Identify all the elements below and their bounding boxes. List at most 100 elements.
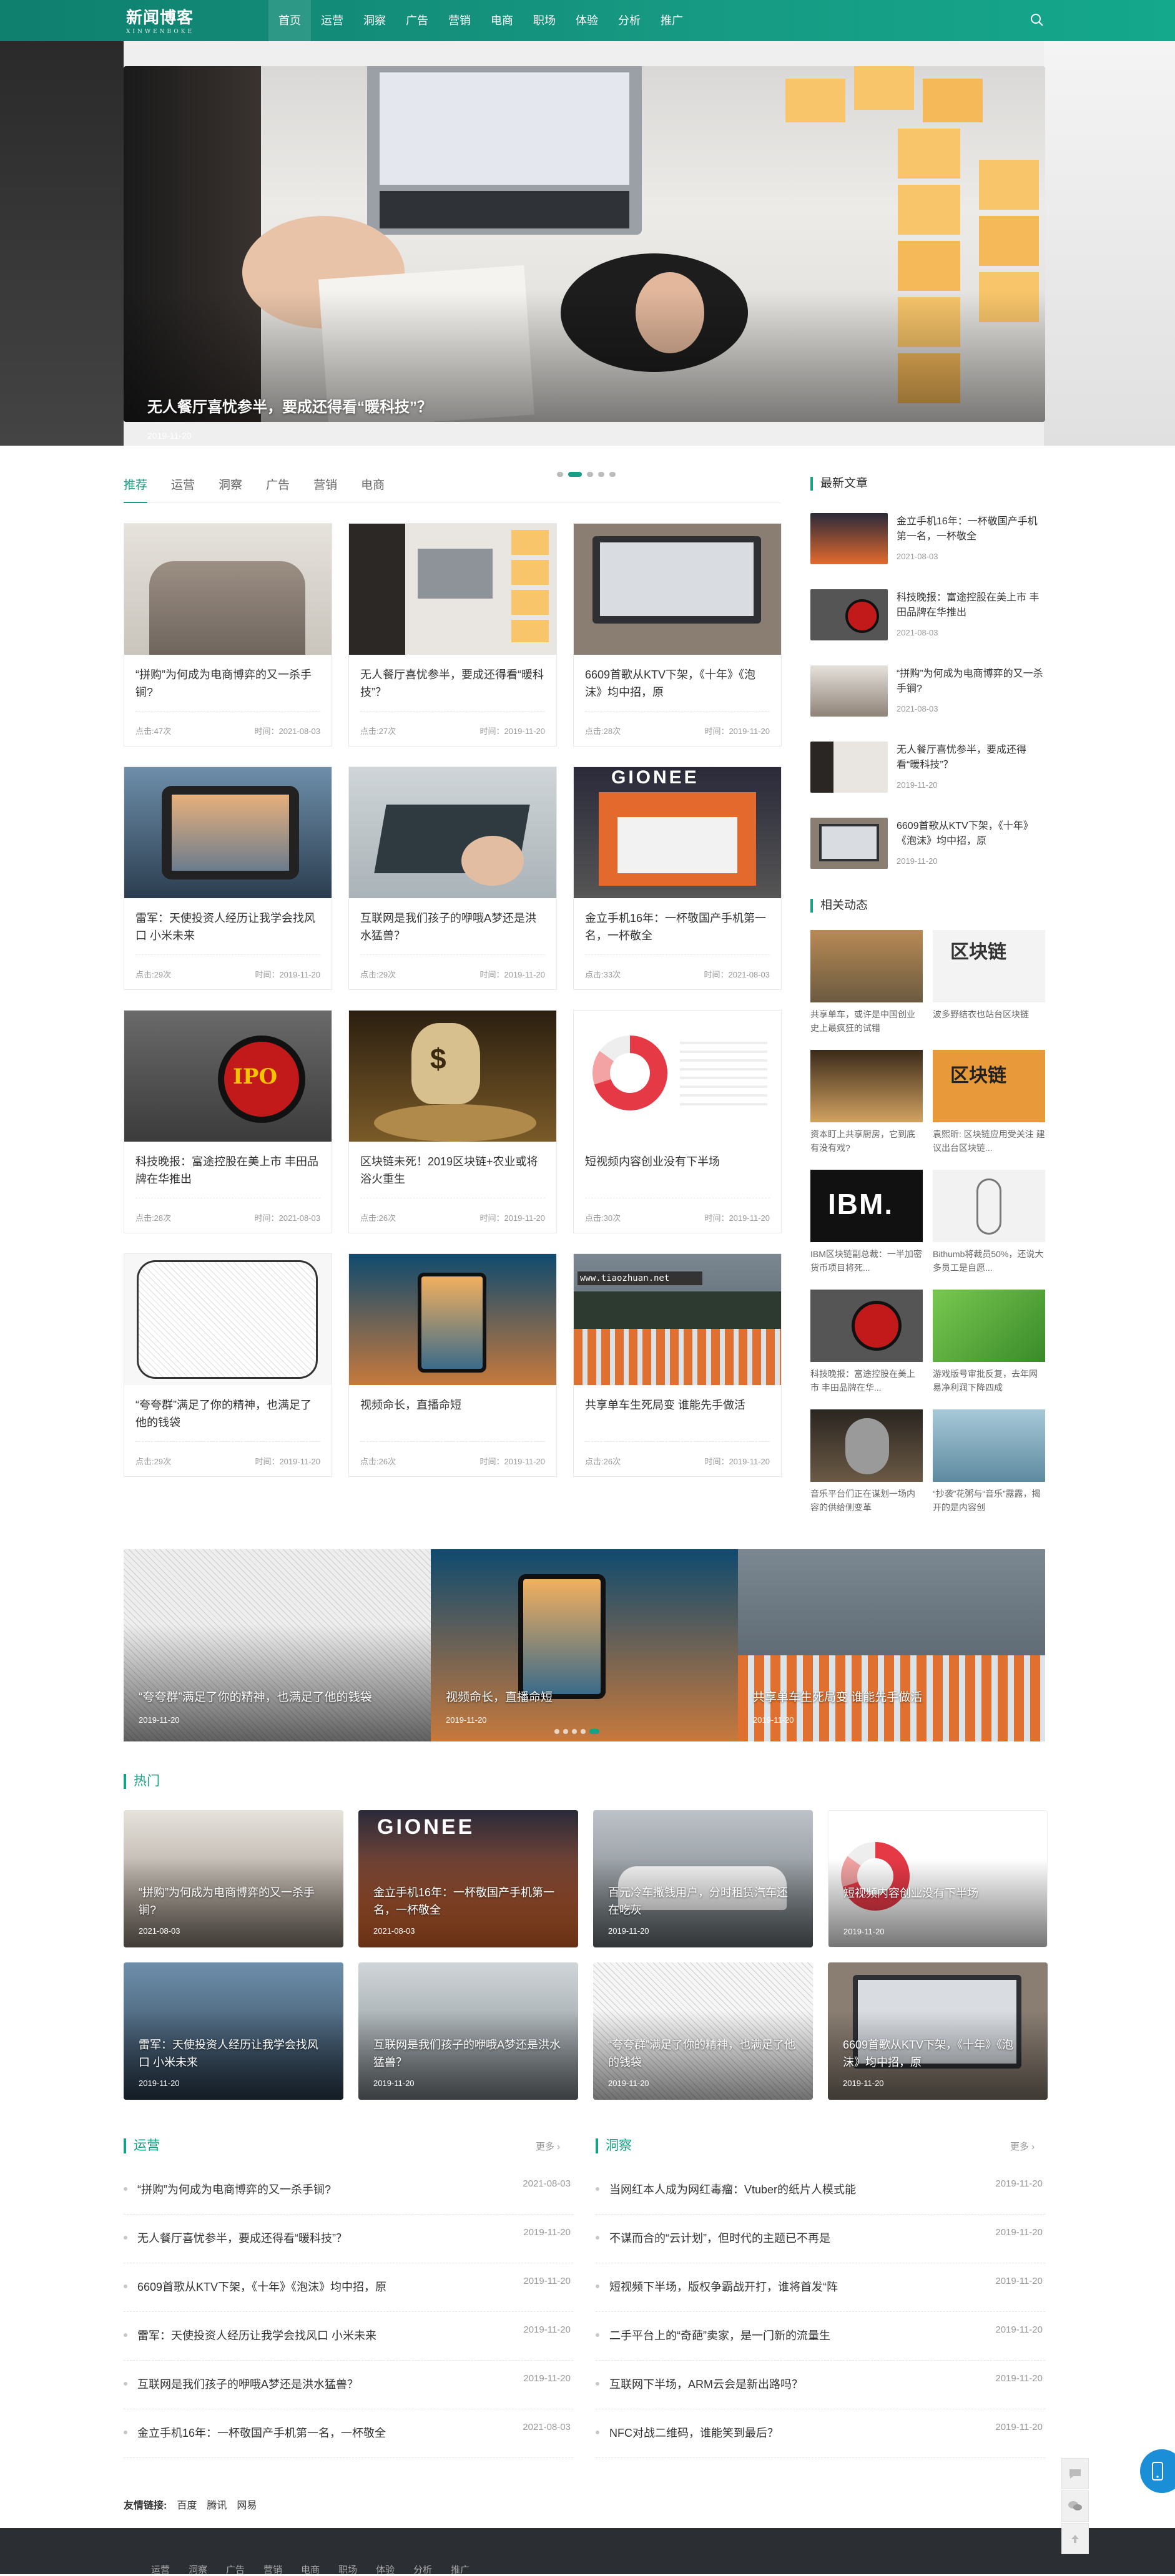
- tab-tuijian[interactable]: 推荐: [124, 474, 148, 503]
- sidebar-latest-item[interactable]: 金立手机16年：一杯敬国产手机第一名，一杯敬全 2021-08-03: [810, 513, 1048, 567]
- list-item-title[interactable]: 互联网是我们孩子的咿哦A梦还是洪水猛兽？: [137, 2376, 358, 2392]
- friend-link-netease[interactable]: 网易: [237, 2497, 257, 2512]
- related-title[interactable]: Bithumb将裁员50%，还说大多员工是自愿...: [933, 1247, 1045, 1275]
- hot-caption[interactable]: “拼购”为何成为电商博弈的又一杀手锏?: [139, 1884, 326, 1919]
- wechat-icon[interactable]: [1061, 2490, 1089, 2522]
- list-item[interactable]: 二手平台上的“奇葩”卖家，是一门新的流量生 2019-11-20: [596, 2312, 1045, 2361]
- slider-dot[interactable]: [572, 1729, 577, 1734]
- card-title[interactable]: 区块链未死！2019区块链+农业或将浴火重生: [360, 1153, 545, 1188]
- slide-caption[interactable]: 视频命长，直播命短: [446, 1688, 553, 1705]
- card-title[interactable]: 科技晚报：富途控股在美上市 丰田品牌在华推出: [135, 1153, 320, 1188]
- sidebar-latest-item[interactable]: 科技晚报：富途控股在美上市 丰田品牌在华推出 2021-08-03: [810, 589, 1048, 643]
- related-item[interactable]: Bithumb将裁员50%，还说大多员工是自愿...: [933, 1170, 1045, 1286]
- hot-item[interactable]: 6609首歌从KTV下架，《十年》《泡沫》均中招，原 2019-11-20: [828, 1962, 1048, 2100]
- list-item-title[interactable]: 互联网下半场，ARM云会是新出路吗？: [609, 2376, 803, 2392]
- hot-item[interactable]: 短视频内容创业没有下半场 2019-11-20: [828, 1810, 1048, 1947]
- list-item[interactable]: 雷军：天使投资人经历让我学会找风口 小米未来 2019-11-20: [124, 2312, 573, 2361]
- site-logo[interactable]: 新闻博客 XINWENBOKE: [126, 5, 194, 35]
- related-item[interactable]: 区块链 波多野结衣也站台区块链: [933, 930, 1045, 1046]
- related-item[interactable]: 游戏版号审批反复，去年网易净利润下降四成: [933, 1290, 1045, 1406]
- slider-dot[interactable]: [581, 1729, 586, 1734]
- list-item[interactable]: 无人餐厅喜忧参半，要成还得看“暖科技”？ 2019-11-20: [124, 2215, 573, 2263]
- card-title[interactable]: 6609首歌从KTV下架，《十年》《泡沫》均中招，原: [585, 666, 770, 701]
- article-card[interactable]: GIONEE 金立手机16年：一杯敬国产手机第一名，一杯敬全 点击:33次 时间：…: [573, 766, 782, 990]
- hot-caption[interactable]: 6609首歌从KTV下架，《十年》《泡沫》均中招，原: [843, 2036, 1030, 2071]
- sidebar-latest-item[interactable]: 无人餐厅喜忧参半，要成还得看“暖科技”？ 2019-11-20: [810, 742, 1048, 795]
- list-item-title[interactable]: “拼购”为何成为电商博弈的又一杀手锏?: [137, 2181, 331, 2197]
- slide[interactable]: 共享单车生死局变 谁能先手做活 2019-11-20: [738, 1549, 1045, 1741]
- list-item[interactable]: 不谋而合的“云计划”，但时代的主题已不再是 2019-11-20: [596, 2215, 1045, 2263]
- list-item-title[interactable]: 6609首歌从KTV下架，《十年》《泡沫》均中招，原: [137, 2278, 386, 2294]
- card-title[interactable]: 共享单车生死局变 谁能先手做活: [585, 1396, 770, 1431]
- related-title[interactable]: “抄袭”花粥与“音乐”露露，揭开的是内容创: [933, 1487, 1045, 1514]
- article-card[interactable]: $ 区块链未死！2019区块链+农业或将浴火重生 点击:26次 时间：2019-1…: [348, 1010, 557, 1233]
- card-title[interactable]: “拼购”为何成为电商博弈的又一杀手锏?: [135, 666, 320, 701]
- related-title[interactable]: IBM区块链副总裁：一半加密货币项目将死...: [810, 1247, 923, 1275]
- hot-item[interactable]: GIONEE 金立手机16年：一杯敬国产手机第一名，一杯敬全 2021-08-0…: [358, 1810, 578, 1947]
- card-title[interactable]: 雷军：天使投资人经历让我学会找风口 小米未来: [135, 909, 320, 944]
- related-item[interactable]: 区块链 袁熙昕: 区块链应用受关注 建议出台区块链...: [933, 1050, 1045, 1166]
- yunying-more-link[interactable]: 更多 ›: [536, 2140, 560, 2153]
- list-item[interactable]: 当网红本人成为网红毒瘤：Vtuber的纸片人模式能 2019-11-20: [596, 2166, 1045, 2215]
- hot-caption[interactable]: 雷军：天使投资人经历让我学会找风口 小米未来: [139, 2036, 326, 2071]
- list-item[interactable]: 6609首歌从KTV下架，《十年》《泡沫》均中招，原 2019-11-20: [124, 2263, 573, 2312]
- slide[interactable]: 视频命长，直播命短 2019-11-20: [431, 1549, 738, 1741]
- list-item-title[interactable]: 不谋而合的“云计划”，但时代的主题已不再是: [609, 2230, 830, 2246]
- related-title[interactable]: 资本盯上共享厨房，它到底有没有戏?: [810, 1127, 923, 1155]
- slider-dot[interactable]: [554, 1729, 559, 1734]
- article-card[interactable]: 6609首歌从KTV下架，《十年》《泡沫》均中招，原 点击:28次 时间：2019…: [573, 523, 782, 747]
- nav-item-tuiguang[interactable]: 推广: [651, 0, 693, 41]
- hot-caption[interactable]: 百元冷车撒钱用户，分时租赁汽车还在吃灰: [608, 1884, 795, 1919]
- chat-icon[interactable]: [1061, 2458, 1089, 2489]
- nav-item-dongcha[interactable]: 洞察: [353, 0, 396, 41]
- latest-title[interactable]: “拼购”为何成为电商博弈的又一杀手锏?: [897, 667, 1044, 697]
- article-card[interactable]: “夸夸群”满足了你的精神，也满足了他的钱袋 点击:29次 时间：2019-11-2…: [124, 1253, 332, 1477]
- latest-title[interactable]: 科技晚报：富途控股在美上市 丰田品牌在华推出: [897, 590, 1044, 620]
- hot-caption[interactable]: “夸夸群”满足了你的精神，也满足了他的钱袋: [608, 2036, 795, 2071]
- sidebar-latest-item[interactable]: “拼购”为何成为电商博弈的又一杀手锏? 2021-08-03: [810, 665, 1048, 719]
- tab-yingxiao[interactable]: 营销: [313, 474, 337, 503]
- list-item-title[interactable]: 当网红本人成为网红毒瘤：Vtuber的纸片人模式能: [609, 2181, 856, 2197]
- hot-item[interactable]: 百元冷车撒钱用户，分时租赁汽车还在吃灰 2019-11-20: [593, 1810, 813, 1947]
- article-card[interactable]: 互联网是我们孩子的咿哦A梦还是洪水猛兽？ 点击:29次 时间：2019-11-20: [348, 766, 557, 990]
- related-item[interactable]: IBM. IBM区块链副总裁：一半加密货币项目将死...: [810, 1170, 923, 1286]
- nav-item-zhichang[interactable]: 职场: [523, 0, 566, 41]
- back-to-top-icon[interactable]: [1061, 2523, 1089, 2554]
- nav-item-yingxiao[interactable]: 营销: [438, 0, 481, 41]
- related-item[interactable]: 共享单车，或许是中国创业史上最疯狂的试错: [810, 930, 923, 1046]
- related-item[interactable]: 科技晚报：富途控股在美上市 丰田品牌在华...: [810, 1290, 923, 1406]
- hero-caption[interactable]: 无人餐厅喜忧参半，要成还得看“暖科技”？: [147, 394, 432, 416]
- related-title[interactable]: 波多野结衣也站台区块链: [933, 1007, 1045, 1035]
- card-title[interactable]: 金立手机16年：一杯敬国产手机第一名，一杯敬全: [585, 909, 770, 944]
- nav-item-fenxi[interactable]: 分析: [608, 0, 651, 41]
- list-item-title[interactable]: 二手平台上的“奇葩”卖家，是一门新的流量生: [609, 2327, 830, 2343]
- list-item-title[interactable]: 雷军：天使投资人经历让我学会找风口 小米未来: [137, 2327, 376, 2343]
- hot-caption[interactable]: 短视频内容创业没有下半场: [843, 1884, 1031, 1919]
- related-title[interactable]: 袁熙昕: 区块链应用受关注 建议出台区块链...: [933, 1127, 1045, 1155]
- related-title[interactable]: 音乐平台们正在谋划一场内容的供给侧变革: [810, 1487, 923, 1514]
- phone-icon[interactable]: [1140, 2449, 1175, 2493]
- hot-caption[interactable]: 互联网是我们孩子的咿哦A梦还是洪水猛兽？: [373, 2036, 561, 2071]
- card-title[interactable]: 视频命长，直播命短: [360, 1396, 545, 1431]
- sidebar-latest-item[interactable]: 6609首歌从KTV下架，《十年》《泡沫》均中招，原 2019-11-20: [810, 818, 1048, 871]
- tab-yunying[interactable]: 运营: [171, 474, 195, 503]
- nav-item-yunying[interactable]: 运营: [311, 0, 353, 41]
- card-title[interactable]: 无人餐厅喜忧参半，要成还得看“暖科技”？: [360, 666, 545, 701]
- slider-dot[interactable]: [563, 1729, 568, 1734]
- tab-dianshang[interactable]: 电商: [361, 474, 385, 503]
- card-title[interactable]: 短视频内容创业没有下半场: [585, 1153, 770, 1188]
- list-item-title[interactable]: 短视频下半场，版权争霸战开打，谁将首发“阵: [609, 2278, 838, 2294]
- related-item[interactable]: 资本盯上共享厨房，它到底有没有戏?: [810, 1050, 923, 1166]
- related-item[interactable]: 音乐平台们正在谋划一场内容的供给侧变革: [810, 1409, 923, 1526]
- article-card[interactable]: www.tiaozhuan.net 共享单车生死局变 谁能先手做活 点击:26次…: [573, 1253, 782, 1477]
- slide[interactable]: “夸夸群”满足了你的精神，也满足了他的钱袋 2019-11-20: [124, 1549, 431, 1741]
- article-card[interactable]: 视频命长，直播命短 点击:26次 时间：2019-11-20: [348, 1253, 557, 1477]
- related-title[interactable]: 共享单车，或许是中国创业史上最疯狂的试错: [810, 1007, 923, 1035]
- article-card[interactable]: IPO 科技晚报：富途控股在美上市 丰田品牌在华推出 点击:28次 时间：2021…: [124, 1010, 332, 1233]
- search-icon[interactable]: [1028, 11, 1046, 29]
- latest-title[interactable]: 6609首歌从KTV下架，《十年》《泡沫》均中招，原: [897, 819, 1044, 849]
- related-title[interactable]: 科技晚报：富途控股在美上市 丰田品牌在华...: [810, 1367, 923, 1394]
- article-card[interactable]: “拼购”为何成为电商博弈的又一杀手锏? 点击:47次 时间：2021-08-03: [124, 523, 332, 747]
- list-item[interactable]: 互联网下半场，ARM云会是新出路吗？ 2019-11-20: [596, 2361, 1045, 2409]
- hot-item[interactable]: 雷军：天使投资人经历让我学会找风口 小米未来 2019-11-20: [124, 1962, 343, 2100]
